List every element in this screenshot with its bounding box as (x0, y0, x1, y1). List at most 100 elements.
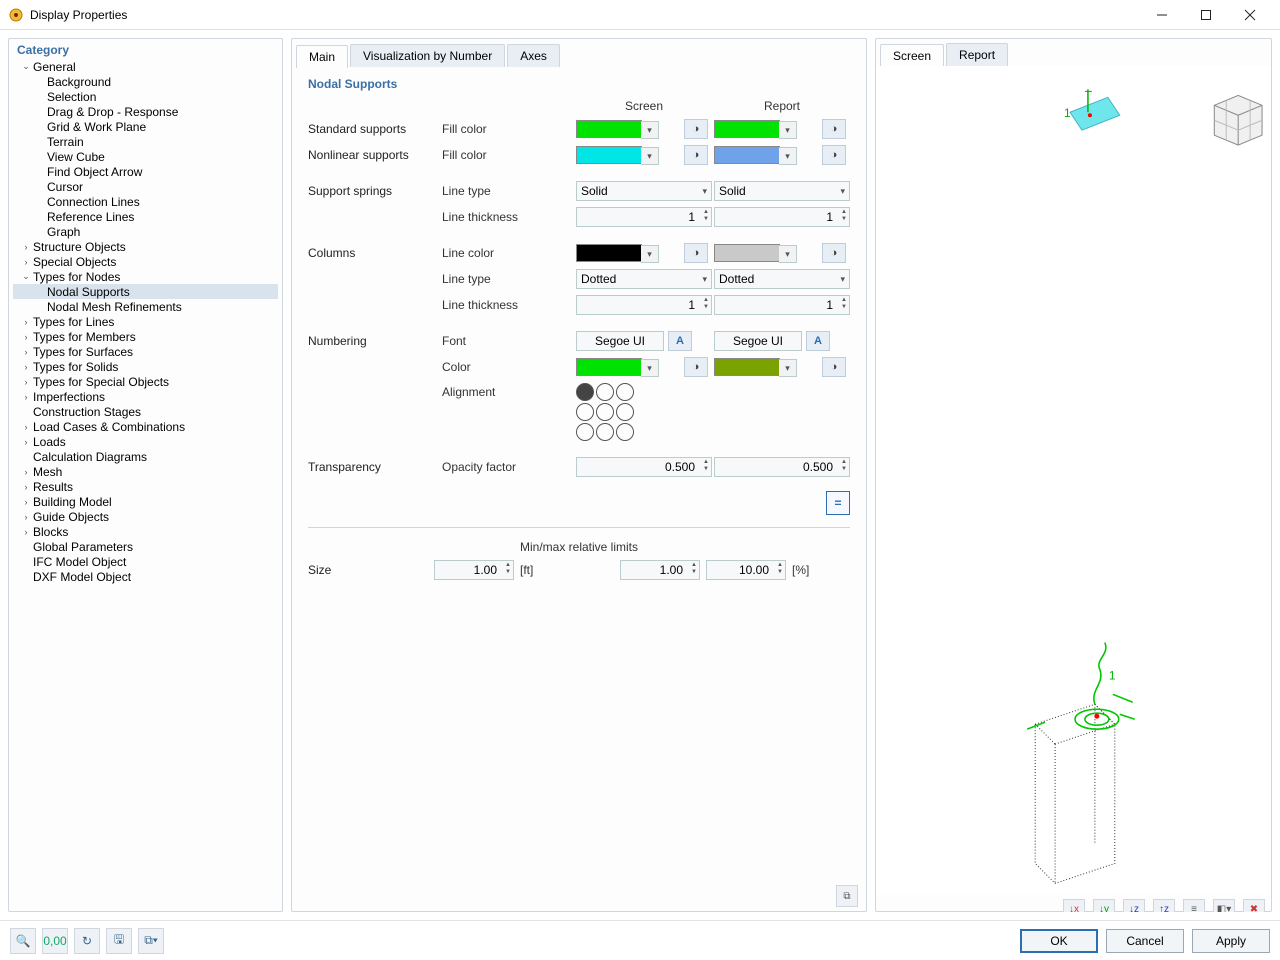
tool-search-icon[interactable]: 🔍 (10, 928, 36, 954)
springs-screen-linetype[interactable]: Solid▾ (576, 181, 712, 201)
chevron-icon[interactable]: › (19, 437, 33, 447)
tree-item-global-parameters[interactable]: Global Parameters (13, 539, 278, 554)
tool-save-icon[interactable]: 🖫 (106, 928, 132, 954)
tree-item-reference-lines[interactable]: Reference Lines (13, 209, 278, 224)
view-reset-icon[interactable]: ✖ (1243, 899, 1265, 912)
chevron-icon[interactable]: › (19, 392, 33, 402)
chevron-icon[interactable]: › (19, 242, 33, 252)
columns-screen-color[interactable]: ▾ (576, 244, 642, 262)
chevron-icon[interactable]: › (19, 422, 33, 432)
apply-button[interactable]: Apply (1192, 929, 1270, 953)
standard-screen-picker-icon[interactable]: ◑ (684, 119, 708, 139)
tree-item-types-for-special-objects[interactable]: ›Types for Special Objects (13, 374, 278, 389)
minimize-button[interactable] (1140, 0, 1184, 30)
view-minus-z-icon[interactable]: ↑z (1153, 899, 1175, 912)
tab-screen[interactable]: Screen (880, 44, 944, 67)
tree-item-calculation-diagrams[interactable]: Calculation Diagrams (13, 449, 278, 464)
ok-button[interactable]: OK (1020, 929, 1098, 953)
tree-item-guide-objects[interactable]: ›Guide Objects (13, 509, 278, 524)
tool-copy-icon[interactable]: ⧉▾ (138, 928, 164, 954)
nonlinear-report-picker-icon[interactable]: ◑ (822, 145, 846, 165)
tree-item-ifc-model-object[interactable]: IFC Model Object (13, 554, 278, 569)
numbering-report-color[interactable]: ▾ (714, 358, 780, 376)
columns-report-linetype[interactable]: Dotted▾ (714, 269, 850, 289)
nonlinear-screen-color[interactable]: ▾ (576, 146, 642, 164)
tree-item-drag-drop-response[interactable]: Drag & Drop - Response (13, 104, 278, 119)
columns-report-picker-icon[interactable]: ◑ (822, 243, 846, 263)
view-z-icon[interactable]: ↓z (1123, 899, 1145, 912)
tree-item-imperfections[interactable]: ›Imperfections (13, 389, 278, 404)
numbering-report-font[interactable]: Segoe UI (714, 331, 802, 351)
tree-item-terrain[interactable]: Terrain (13, 134, 278, 149)
tree-item-types-for-members[interactable]: ›Types for Members (13, 329, 278, 344)
tree-item-find-object-arrow[interactable]: Find Object Arrow (13, 164, 278, 179)
tree-item-load-cases-combinations[interactable]: ›Load Cases & Combinations (13, 419, 278, 434)
tab-axes[interactable]: Axes (507, 44, 560, 67)
standard-report-color[interactable]: ▾ (714, 120, 780, 138)
tab-visualization-by-number[interactable]: Visualization by Number (350, 44, 505, 67)
tree-item-structure-objects[interactable]: ›Structure Objects (13, 239, 278, 254)
tree-item-grid-work-plane[interactable]: Grid & Work Plane (13, 119, 278, 134)
sync-columns-button[interactable]: = (826, 491, 850, 515)
tab-main[interactable]: Main (296, 45, 348, 68)
limit-min[interactable]: 1.00▲▼ (620, 560, 700, 580)
copy-settings-icon[interactable]: ⧉ (836, 885, 858, 907)
tree-item-nodal-supports[interactable]: Nodal Supports (13, 284, 278, 299)
tree-item-background[interactable]: Background (13, 74, 278, 89)
transparency-screen[interactable]: 0.500▲▼ (576, 457, 712, 477)
alignment-matrix[interactable] (576, 383, 850, 441)
chevron-icon[interactable]: › (19, 512, 33, 522)
tree-item-types-for-nodes[interactable]: ⌄Types for Nodes (13, 269, 278, 284)
columns-report-thickness[interactable]: 1▲▼ (714, 295, 850, 315)
view-minus-y-icon[interactable]: ↓y (1093, 899, 1115, 912)
cancel-button[interactable]: Cancel (1106, 929, 1184, 953)
tree-item-general[interactable]: ⌄General (13, 59, 278, 74)
chevron-icon[interactable]: › (19, 467, 33, 477)
columns-report-color[interactable]: ▾ (714, 244, 780, 262)
close-button[interactable] (1228, 0, 1272, 30)
size-value[interactable]: 1.00▲▼ (434, 560, 514, 580)
springs-report-linetype[interactable]: Solid▾ (714, 181, 850, 201)
tab-report[interactable]: Report (946, 43, 1008, 66)
tree-item-results[interactable]: ›Results (13, 479, 278, 494)
tree-item-nodal-mesh-refinements[interactable]: Nodal Mesh Refinements (13, 299, 278, 314)
nonlinear-report-color[interactable]: ▾ (714, 146, 780, 164)
chevron-icon[interactable]: › (19, 482, 33, 492)
columns-screen-linetype[interactable]: Dotted▾ (576, 269, 712, 289)
tree-item-connection-lines[interactable]: Connection Lines (13, 194, 278, 209)
chevron-icon[interactable]: ⌄ (19, 271, 33, 282)
chevron-icon[interactable]: › (19, 257, 33, 267)
tree-item-special-objects[interactable]: ›Special Objects (13, 254, 278, 269)
chevron-icon[interactable]: › (19, 527, 33, 537)
view-box-icon[interactable]: ◧▾ (1213, 899, 1235, 912)
columns-screen-thickness[interactable]: 1▲▼ (576, 295, 712, 315)
chevron-icon[interactable]: › (19, 362, 33, 372)
numbering-screen-font-icon[interactable]: A (668, 331, 692, 351)
tree-item-types-for-lines[interactable]: ›Types for Lines (13, 314, 278, 329)
numbering-report-color-picker-icon[interactable]: ◑ (822, 357, 846, 377)
limit-max[interactable]: 10.00▲▼ (706, 560, 786, 580)
maximize-button[interactable] (1184, 0, 1228, 30)
chevron-icon[interactable]: › (19, 332, 33, 342)
nonlinear-screen-picker-icon[interactable]: ◑ (684, 145, 708, 165)
columns-screen-picker-icon[interactable]: ◑ (684, 243, 708, 263)
view-iso-icon[interactable]: ≡ (1183, 899, 1205, 912)
tree-item-mesh[interactable]: ›Mesh (13, 464, 278, 479)
tree-item-loads[interactable]: ›Loads (13, 434, 278, 449)
numbering-report-font-icon[interactable]: A (806, 331, 830, 351)
view-x-icon[interactable]: ↓x (1063, 899, 1085, 912)
tree-item-view-cube[interactable]: View Cube (13, 149, 278, 164)
tree-item-blocks[interactable]: ›Blocks (13, 524, 278, 539)
numbering-screen-color-picker-icon[interactable]: ◑ (684, 357, 708, 377)
chevron-icon[interactable]: › (19, 317, 33, 327)
standard-report-picker-icon[interactable]: ◑ (822, 119, 846, 139)
chevron-icon[interactable]: › (19, 347, 33, 357)
numbering-screen-font[interactable]: Segoe UI (576, 331, 664, 351)
chevron-icon[interactable]: › (19, 377, 33, 387)
preview-viewport[interactable]: 1 (876, 66, 1271, 895)
tree-item-types-for-solids[interactable]: ›Types for Solids (13, 359, 278, 374)
tree-item-construction-stages[interactable]: Construction Stages (13, 404, 278, 419)
tool-refresh-icon[interactable]: ↻ (74, 928, 100, 954)
springs-screen-thickness[interactable]: 1▲▼ (576, 207, 712, 227)
standard-screen-color[interactable]: ▾ (576, 120, 642, 138)
